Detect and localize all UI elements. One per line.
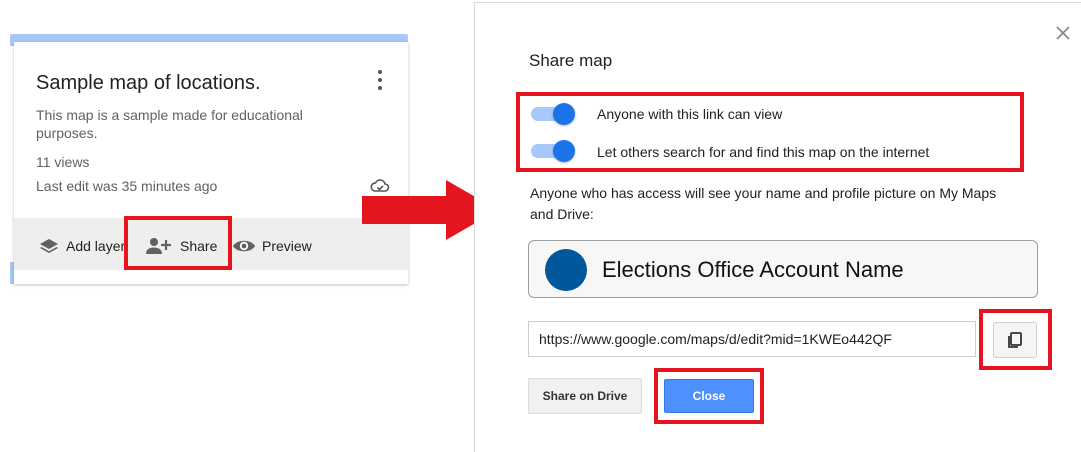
layers-icon bbox=[40, 239, 58, 253]
eye-icon bbox=[233, 240, 255, 252]
map-title: Sample map of locations. bbox=[36, 72, 261, 94]
share-on-drive-button[interactable]: Share on Drive bbox=[528, 378, 642, 414]
dialog-title: Share map bbox=[529, 51, 613, 70]
highlight-copy bbox=[979, 309, 1052, 370]
highlight-close bbox=[654, 368, 764, 424]
map-description: This map is a sample made for educationa… bbox=[36, 107, 303, 141]
preview-button[interactable]: Preview bbox=[232, 236, 312, 256]
account-card: Elections Office Account Name bbox=[528, 240, 1038, 298]
map-last-edit: Last edit was 35 minutes ago bbox=[36, 178, 218, 194]
access-info: Anyone who has access will see your name… bbox=[530, 185, 997, 222]
map-views: 11 views bbox=[36, 154, 90, 170]
account-name: Elections Office Account Name bbox=[602, 257, 904, 282]
avatar bbox=[545, 249, 587, 291]
highlight-share bbox=[124, 216, 232, 270]
add-layer-label: Add layer bbox=[66, 238, 126, 254]
card-bottom bbox=[14, 270, 408, 284]
more-vert-icon[interactable] bbox=[370, 68, 390, 92]
preview-label: Preview bbox=[262, 238, 312, 254]
share-link-input[interactable] bbox=[528, 321, 976, 357]
close-icon[interactable] bbox=[1054, 24, 1072, 42]
highlight-toggles bbox=[516, 92, 1024, 172]
add-layer-button[interactable]: Add layer bbox=[38, 236, 128, 256]
